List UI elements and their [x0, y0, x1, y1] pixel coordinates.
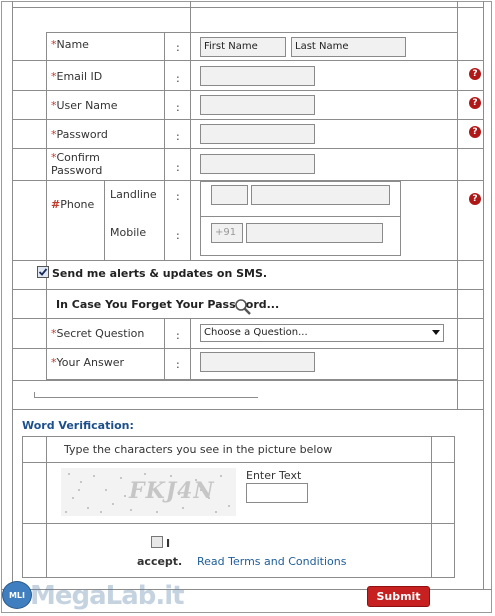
- divider: [12, 148, 484, 149]
- divider: [12, 260, 484, 261]
- first-name-input[interactable]: First Name: [200, 37, 286, 57]
- last-name-input[interactable]: Last Name: [291, 37, 406, 57]
- divider: [46, 436, 47, 578]
- secret-question-select[interactable]: Choose a Question...: [200, 324, 444, 342]
- mobile-prefix: +91: [215, 227, 237, 238]
- accept-label-line2: accept.: [137, 555, 183, 568]
- divider: [12, 289, 484, 290]
- your-answer-input[interactable]: [200, 352, 315, 372]
- confirm-password-input[interactable]: [200, 154, 315, 174]
- confirm-password-label-line1: Confirm: [56, 151, 100, 164]
- divider: [12, 348, 484, 349]
- megalab-watermark: MegaLab.it: [30, 581, 185, 611]
- help-icon[interactable]: ?: [469, 68, 481, 80]
- secret-question-selected: Choose a Question...: [204, 327, 308, 338]
- divider: [12, 318, 484, 319]
- divider: [22, 523, 455, 524]
- accept-label-line1: I: [166, 537, 171, 550]
- submit-button[interactable]: Submit: [367, 586, 430, 607]
- mobile-country-code: +91: [211, 223, 243, 243]
- phone-mark: #: [51, 198, 61, 211]
- colon: :: [176, 41, 180, 54]
- divider: [12, 90, 484, 91]
- your-answer-label: *Your Answer: [51, 356, 124, 369]
- divider: [12, 380, 484, 381]
- colon: :: [176, 101, 180, 114]
- colon: :: [176, 72, 180, 85]
- divider: [190, 1, 191, 36]
- colon: :: [176, 229, 180, 242]
- help-icon[interactable]: ?: [469, 193, 481, 205]
- divider: [34, 392, 35, 398]
- help-icon[interactable]: ?: [469, 126, 481, 138]
- divider: [12, 7, 484, 8]
- chevron-down-icon: [432, 330, 440, 335]
- divider: [12, 60, 484, 61]
- landline-label: Landline: [110, 188, 157, 201]
- accept-terms-checkbox[interactable]: [151, 536, 163, 548]
- secret-question-label-text: Secret Question: [56, 327, 145, 340]
- divider: [12, 409, 484, 410]
- password-input[interactable]: [200, 124, 315, 144]
- captcha-image: FKJ4N: [61, 468, 236, 516]
- checkmark-icon: [38, 268, 48, 276]
- colon: :: [176, 130, 180, 143]
- captcha-text: FKJ4N: [129, 478, 215, 504]
- divider: [190, 318, 191, 380]
- email-label: *Email ID: [51, 70, 102, 83]
- name-label: *Name: [51, 38, 89, 51]
- username-label-text: User Name: [56, 99, 118, 112]
- sms-alerts-checkbox[interactable]: [37, 266, 49, 278]
- divider: [104, 180, 105, 260]
- divider: [22, 462, 455, 463]
- username-input[interactable]: [200, 95, 315, 115]
- magnifier-cursor-icon: [235, 299, 251, 315]
- email-label-text: Email ID: [56, 70, 103, 83]
- megalab-logo-icon: MLI: [2, 581, 32, 609]
- divider: [34, 397, 258, 398]
- divider: [431, 436, 432, 578]
- mobile-number-input[interactable]: [246, 223, 383, 243]
- secret-question-label: *Secret Question: [51, 327, 144, 340]
- colon: :: [176, 329, 180, 342]
- sms-alerts-label: Send me alerts & updates on SMS.: [52, 267, 268, 280]
- colon: :: [176, 358, 180, 371]
- colon: :: [176, 161, 180, 174]
- divider: [12, 119, 484, 120]
- email-input[interactable]: [200, 66, 315, 86]
- verification-instruction: Type the characters you see in the pictu…: [64, 443, 333, 456]
- divider: [200, 216, 401, 217]
- last-name-placeholder: Last Name: [295, 41, 349, 52]
- confirm-password-label-line2: Password: [51, 164, 103, 177]
- name-label-text: Name: [56, 38, 89, 51]
- word-verification-title: Word Verification:: [22, 419, 134, 432]
- your-answer-label-text: Your Answer: [56, 356, 125, 369]
- divider: [164, 318, 165, 380]
- first-name-placeholder: First Name: [204, 41, 258, 52]
- confirm-password-label: *Confirm Password: [51, 151, 102, 177]
- username-label: *User Name: [51, 99, 118, 112]
- captcha-input[interactable]: [246, 483, 308, 503]
- password-label-text: Password: [56, 128, 108, 141]
- phone-label-text: Phone: [60, 198, 95, 211]
- enter-text-label: Enter Text: [246, 469, 302, 482]
- phone-label: #Phone: [51, 198, 94, 211]
- divider: [12, 409, 13, 589]
- landline-area-code-input[interactable]: [211, 185, 248, 205]
- help-icon[interactable]: ?: [469, 97, 481, 109]
- password-label: *Password: [51, 128, 108, 141]
- divider: [483, 409, 484, 589]
- landline-number-input[interactable]: [251, 185, 390, 205]
- colon: :: [176, 190, 180, 203]
- divider: [190, 32, 191, 260]
- divider: [164, 32, 165, 260]
- mobile-label: Mobile: [110, 226, 147, 239]
- terms-link[interactable]: Read Terms and Conditions: [197, 555, 346, 568]
